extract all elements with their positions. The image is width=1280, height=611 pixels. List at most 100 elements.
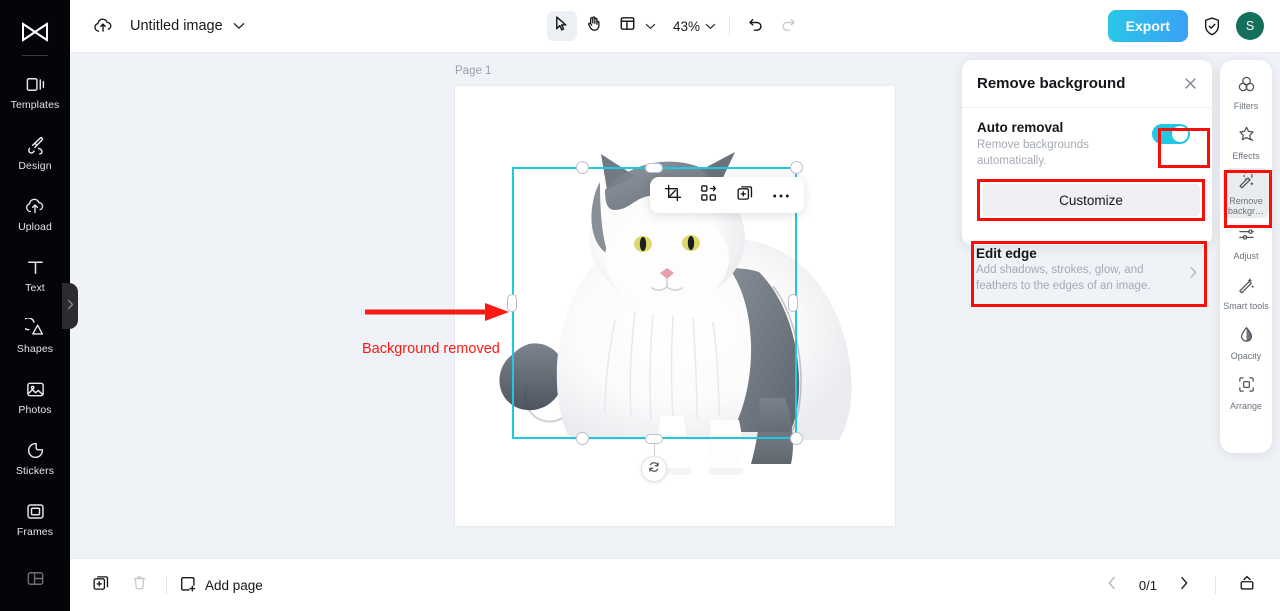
chevron-right-icon: [1189, 266, 1198, 284]
sidebar-item-label: Shapes: [17, 343, 53, 355]
tool-label: Remove backgr…: [1223, 197, 1269, 217]
sliders-icon: [1237, 225, 1256, 249]
tool-filters[interactable]: Filters: [1223, 68, 1269, 118]
export-button[interactable]: Export: [1108, 10, 1188, 42]
auto-removal-row: Auto removal Remove backgrounds automati…: [962, 108, 1212, 169]
magic-wand-icon: [1237, 170, 1256, 194]
chevron-down-icon[interactable]: [233, 22, 245, 30]
tool-label: Filters: [1234, 102, 1259, 112]
cursor-arrow-tool[interactable]: [547, 11, 577, 41]
smart-tools-icon: [1237, 275, 1256, 299]
undo-icon: [747, 15, 765, 38]
sidebar-item-label: Text: [25, 282, 45, 294]
handle-top-center[interactable]: [645, 163, 663, 173]
handle-top-right[interactable]: [790, 161, 803, 174]
handle-bottom-left[interactable]: [576, 432, 589, 445]
tool-arrange[interactable]: Arrange: [1223, 368, 1269, 418]
sidebar-item-label: Upload: [18, 221, 52, 233]
sidebar-item-label: Templates: [11, 99, 60, 111]
tool-label: Adjust: [1233, 252, 1258, 262]
frames-icon: [25, 501, 46, 522]
tool-smart-tools[interactable]: Smart tools: [1223, 268, 1269, 318]
edit-edge-title: Edit edge: [976, 246, 1202, 261]
document-title[interactable]: Untitled image: [130, 18, 223, 34]
cloud-save-icon[interactable]: [92, 15, 114, 37]
sidebar-item-stickers[interactable]: Stickers: [0, 428, 70, 489]
duplicate-page-button[interactable]: [86, 570, 116, 600]
undo-button[interactable]: [741, 11, 771, 41]
crop-button[interactable]: [660, 182, 686, 208]
cutout-button[interactable]: [696, 182, 722, 208]
arrange-icon: [1237, 375, 1256, 399]
right-tool-rail: Filters Effects Remove backgr…: [1220, 60, 1272, 453]
more-dots-icon: [772, 186, 790, 204]
auto-removal-description: Remove backgrounds automatically.: [977, 138, 1127, 169]
shield-check-icon[interactable]: [1202, 16, 1222, 37]
duplicate-button[interactable]: [732, 182, 758, 208]
sidebar-item-upload[interactable]: Upload: [0, 184, 70, 245]
customize-button[interactable]: Customize: [982, 184, 1200, 216]
sidebar-item-design[interactable]: Design: [0, 123, 70, 184]
toolbar-divider: [729, 17, 730, 35]
sidebar-item-label: Design: [18, 160, 51, 172]
layout-grid-icon: [619, 15, 636, 37]
tool-adjust[interactable]: Adjust: [1223, 218, 1269, 268]
rail-divider: [22, 55, 48, 56]
element-float-toolbar[interactable]: [650, 177, 804, 213]
sidebar-item-layout[interactable]: [0, 550, 70, 611]
trash-icon: [131, 574, 148, 596]
panel-header: Remove background: [962, 60, 1212, 108]
tool-label: Smart tools: [1223, 302, 1269, 312]
add-page-button[interactable]: Add page: [179, 575, 263, 596]
hand-tool[interactable]: [579, 11, 609, 41]
layout-icon: [25, 568, 46, 589]
shapes-icon: [25, 318, 46, 339]
layout-tool[interactable]: [611, 11, 658, 41]
sidebar-item-frames[interactable]: Frames: [0, 489, 70, 550]
hand-icon: [585, 15, 602, 37]
sidebar-item-templates[interactable]: Templates: [0, 62, 70, 123]
expand-panel-button[interactable]: [1232, 570, 1262, 600]
sidebar-item-shapes[interactable]: Shapes: [0, 306, 70, 367]
effects-icon: [1237, 125, 1256, 149]
prev-page-button[interactable]: [1097, 570, 1127, 600]
handle-bottom-right[interactable]: [790, 432, 803, 445]
annotation-label: Background removed: [362, 341, 500, 357]
handle-top-left[interactable]: [576, 161, 589, 174]
close-icon[interactable]: [1183, 76, 1198, 91]
tool-effects[interactable]: Effects: [1223, 118, 1269, 168]
sidebar-collapse-toggle[interactable]: [62, 283, 78, 329]
sidebar-item-label: Frames: [17, 526, 53, 538]
chevron-left-icon: [1107, 576, 1117, 595]
more-options-button[interactable]: [768, 182, 794, 208]
redo-icon: [779, 15, 797, 38]
avatar[interactable]: S: [1236, 12, 1264, 40]
handle-bottom-center[interactable]: [645, 434, 663, 444]
text-icon: [25, 257, 46, 278]
sidebar-item-photos[interactable]: Photos: [0, 367, 70, 428]
sidebar-item-label: Stickers: [16, 465, 54, 477]
left-sidebar: Templates Design Upload: [0, 0, 70, 611]
tool-label: Opacity: [1231, 352, 1262, 362]
capcut-logo-icon[interactable]: [20, 12, 50, 51]
chevron-right-icon: [67, 297, 74, 315]
remove-background-panel: Remove background Auto removal Remove ba…: [962, 60, 1212, 245]
handle-middle-right[interactable]: [788, 294, 798, 312]
zoom-control[interactable]: 43%: [668, 17, 718, 35]
chevron-down-icon: [645, 17, 656, 35]
topbar-right-group: Export S: [1108, 10, 1264, 42]
layout-grid-icon-button[interactable]: [613, 11, 643, 41]
sidebar-item-text[interactable]: Text: [0, 245, 70, 306]
rotate-handle[interactable]: [641, 456, 667, 482]
cursor-arrow-icon: [553, 15, 570, 37]
cutout-icon: [700, 184, 718, 207]
tool-remove-background[interactable]: Remove backgr…: [1223, 168, 1269, 218]
bottom-divider: [1215, 576, 1216, 594]
edit-edge-row[interactable]: Edit edge Add shadows, strokes, glow, an…: [976, 246, 1202, 302]
redo-button[interactable]: [773, 11, 803, 41]
next-page-button[interactable]: [1169, 570, 1199, 600]
templates-icon: [25, 74, 46, 95]
auto-removal-toggle[interactable]: [1152, 124, 1190, 144]
tool-opacity[interactable]: Opacity: [1223, 318, 1269, 368]
delete-page-button[interactable]: [124, 570, 154, 600]
